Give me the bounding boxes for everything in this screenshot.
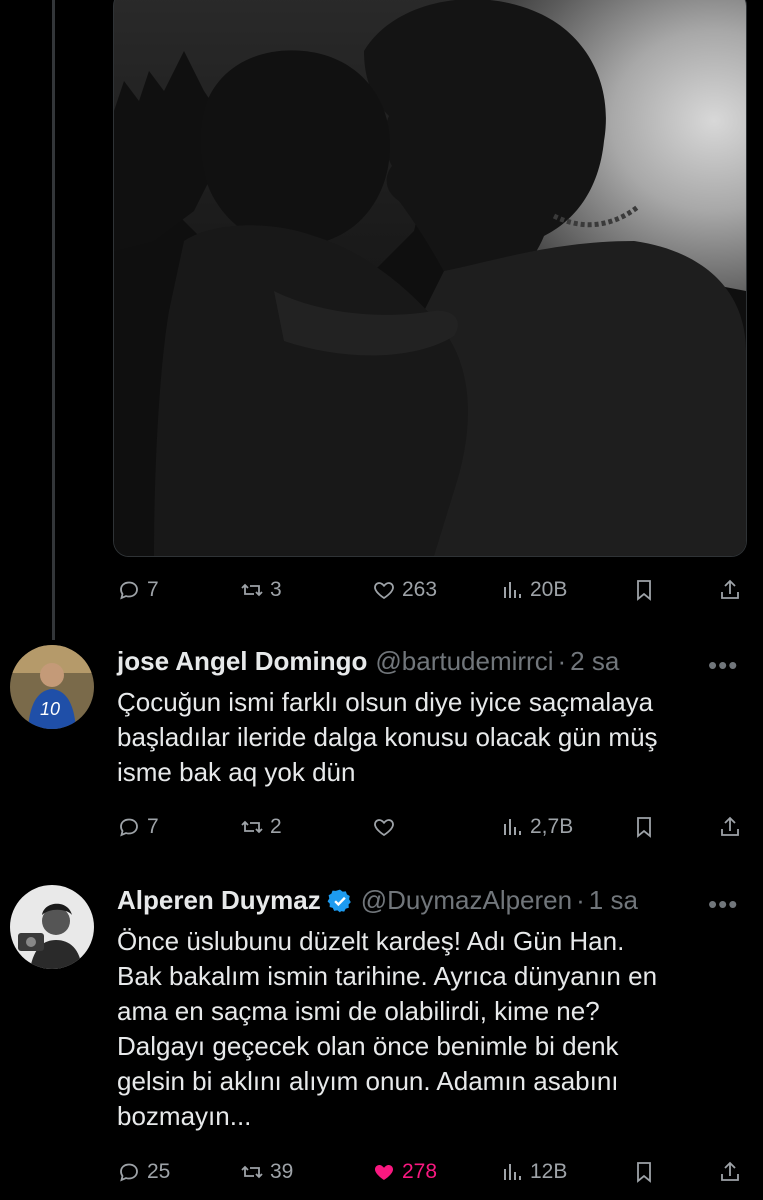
repost-button[interactable]: 39 bbox=[240, 1156, 293, 1188]
views-count: 2,7B bbox=[530, 815, 574, 838]
bookmark-icon bbox=[637, 1162, 651, 1183]
timestamp[interactable]: 1 sa bbox=[589, 885, 638, 916]
heart-filled-icon bbox=[374, 1165, 394, 1180]
repost-button[interactable]: 2 bbox=[240, 811, 282, 843]
display-name[interactable]: jose Angel Domingo bbox=[117, 646, 367, 677]
reply-icon bbox=[120, 1163, 138, 1182]
repost-button[interactable]: 3 bbox=[240, 574, 282, 606]
tweet-photo[interactable] bbox=[113, 0, 747, 557]
repost-count: 2 bbox=[270, 815, 282, 838]
bookmark-icon bbox=[637, 817, 651, 838]
display-name[interactable]: Alperen Duymaz bbox=[117, 885, 321, 916]
main-tweet-actions: 7 3 263 20B bbox=[0, 574, 763, 606]
reply-count: 25 bbox=[147, 1160, 171, 1183]
repost-icon bbox=[241, 1165, 263, 1179]
like-button[interactable]: 263 bbox=[372, 574, 437, 606]
more-options-icon[interactable]: ••• bbox=[708, 650, 738, 681]
bookmark-button[interactable] bbox=[632, 1156, 656, 1188]
verified-badge-icon bbox=[327, 889, 351, 912]
reply-text: Çocuğun ismi farklı olsun diye iyice saç… bbox=[117, 687, 658, 787]
like-button[interactable] bbox=[372, 811, 402, 843]
user-handle[interactable]: @bartudemirrci bbox=[375, 646, 553, 677]
reply-header: jose Angel Domingo @bartudemirrci · 2 sa bbox=[117, 646, 619, 677]
bookmark-button[interactable] bbox=[632, 574, 656, 606]
repost-icon bbox=[241, 583, 263, 597]
reply-count: 7 bbox=[147, 815, 159, 838]
avatar[interactable] bbox=[10, 885, 94, 969]
silhouette-photo-image bbox=[114, 0, 746, 556]
reply-button[interactable]: 7 bbox=[117, 811, 159, 843]
share-icon bbox=[721, 816, 739, 836]
heart-icon bbox=[374, 582, 394, 600]
repost-icon bbox=[241, 820, 263, 834]
views-button[interactable]: 20B bbox=[500, 574, 567, 606]
like-count: 278 bbox=[402, 1160, 438, 1183]
views-count: 20B bbox=[530, 578, 568, 601]
timestamp[interactable]: 2 sa bbox=[570, 646, 619, 677]
reply-button[interactable]: 7 bbox=[117, 574, 159, 606]
share-button[interactable] bbox=[718, 574, 742, 606]
reply-count: 7 bbox=[147, 578, 159, 601]
bookmark-button[interactable] bbox=[632, 811, 656, 843]
views-icon bbox=[504, 1164, 521, 1180]
views-count: 12B bbox=[530, 1160, 568, 1183]
football-player-avatar-icon: 10 bbox=[10, 645, 94, 729]
share-button[interactable] bbox=[718, 1156, 742, 1188]
user-handle[interactable]: @DuymazAlperen bbox=[361, 885, 572, 916]
reply-2-actions: 25 39 278 12B bbox=[0, 1156, 763, 1188]
reply-icon bbox=[120, 818, 138, 837]
avatar[interactable]: 10 bbox=[10, 645, 94, 729]
repost-count: 39 bbox=[270, 1160, 294, 1183]
share-icon bbox=[721, 579, 739, 599]
separator-dot: · bbox=[576, 885, 585, 915]
share-button[interactable] bbox=[718, 811, 742, 843]
reply-icon bbox=[120, 581, 138, 600]
views-button[interactable]: 12B bbox=[500, 1156, 567, 1188]
bookmark-icon bbox=[637, 580, 651, 601]
jersey-number: 10 bbox=[40, 699, 60, 719]
separator-dot: · bbox=[557, 646, 567, 676]
like-count: 263 bbox=[402, 578, 438, 601]
thread-line bbox=[52, 0, 55, 640]
heart-icon bbox=[374, 819, 394, 837]
views-icon bbox=[504, 582, 521, 598]
views-button[interactable]: 2,7B bbox=[500, 811, 573, 843]
more-options-icon[interactable]: ••• bbox=[708, 889, 738, 920]
views-icon bbox=[504, 819, 521, 835]
share-icon bbox=[721, 1161, 739, 1181]
reply-1-actions: 7 2 2,7B bbox=[0, 811, 763, 843]
bearded-man-avatar-icon bbox=[10, 885, 94, 969]
repost-count: 3 bbox=[270, 578, 282, 601]
reply-button[interactable]: 25 bbox=[117, 1156, 170, 1188]
like-button[interactable]: 278 bbox=[372, 1156, 437, 1188]
reply-header: Alperen Duymaz @DuymazAlperen · 1 sa bbox=[117, 885, 638, 916]
reply-text: Önce üslubunu düzelt kardeş! Adı Gün Han… bbox=[117, 926, 658, 1131]
